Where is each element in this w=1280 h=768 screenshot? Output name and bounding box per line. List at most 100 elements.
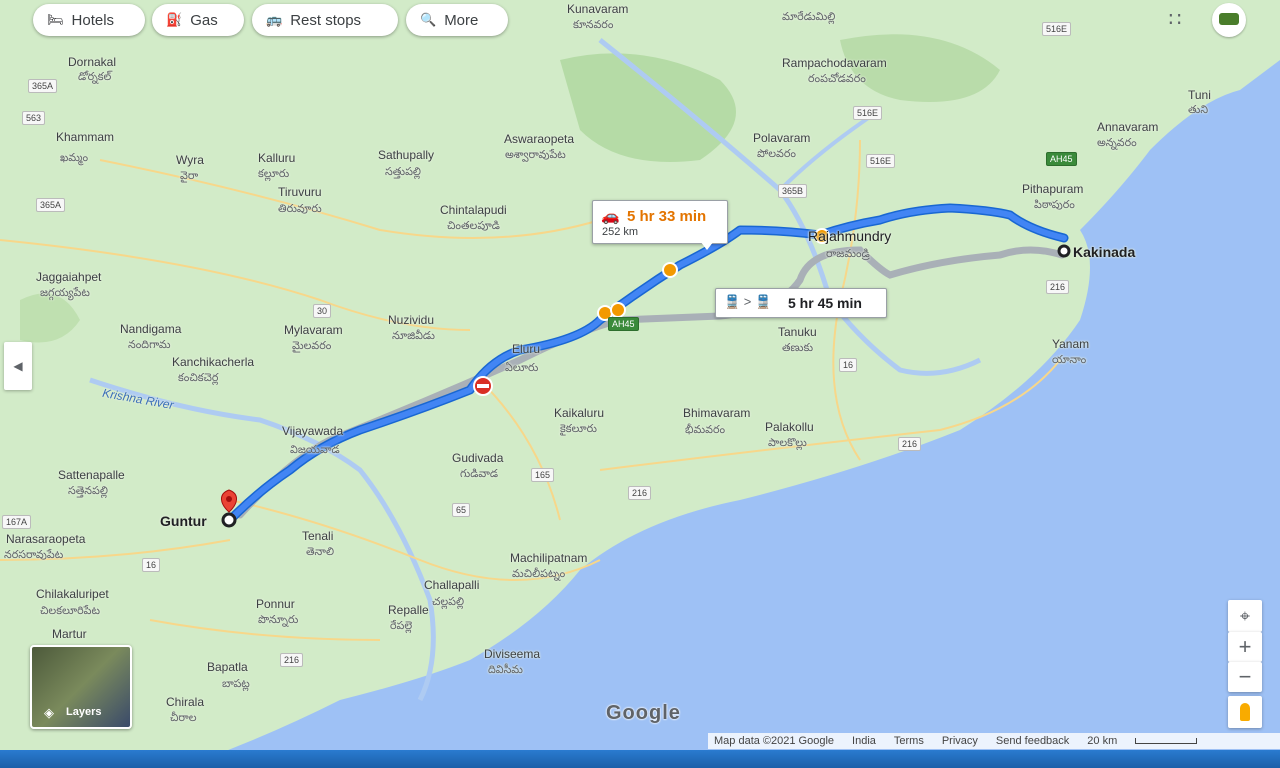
city-label-dornakal: Dornakal [68, 55, 117, 69]
city-label-nuzividu: Nuzividu [388, 313, 435, 327]
chevron-left-icon: ◀ [13, 359, 23, 373]
highway-shield: AH45 [608, 317, 639, 331]
city-label-yanam-te: యానాం [1052, 354, 1087, 366]
city-label-rampachodavaram: Rampachodavaram [782, 56, 887, 70]
city-label-sathupally-te: సత్తుపల్లి [385, 166, 421, 178]
google-logo: Google [606, 702, 681, 724]
highway-shield: 165 [531, 468, 555, 482]
city-label-nandigama-te: నందిగామ [128, 339, 171, 351]
city-label-machilipatnam-te: మచిలీపట్నం [512, 568, 566, 580]
city-label-gudivada-te: గుడివాడ [460, 468, 499, 480]
city-label-annavaram: Annavaram [1097, 120, 1159, 134]
city-label-repalle: Repalle [388, 603, 429, 617]
highway-shield: 216 [628, 486, 652, 500]
city-label-yanam: Yanam [1052, 337, 1090, 351]
city-label-kunavaram: Kunavaram [567, 2, 629, 16]
city-label-annavaram-te: అన్నవరం [1097, 137, 1137, 149]
scale-bar [1135, 738, 1198, 744]
street-view-pegman-button[interactable] [1228, 696, 1262, 728]
city-label-repalle-te: రేపల్లె [390, 620, 413, 632]
drive-duration: 5 hr 33 min [627, 208, 707, 225]
city-label-tiruvuru: Tiruvuru [278, 185, 322, 199]
highway-shield: 65 [452, 503, 471, 517]
city-label-martur: Martur [52, 627, 87, 641]
rest-stops-chip[interactable]: 🚌 Rest stops [252, 4, 398, 36]
zoom-in-button[interactable]: + [1228, 632, 1262, 662]
area-label-diviseema: Diviseema [484, 647, 541, 661]
terms-link[interactable]: Terms [894, 735, 924, 747]
hotels-chip[interactable]: 🛏 Hotels [33, 4, 145, 36]
gas-chip-label: Gas [190, 11, 218, 29]
city-label-maredumilli-te: మారేడుమిల్లి [782, 11, 836, 23]
city-label-kanchikacherla-te: కంచికచెర్ల [178, 372, 219, 384]
highway-shield: 563 [22, 111, 46, 125]
city-label-chintalapudi: Chintalapudi [440, 203, 507, 217]
highway-shield: 365A [28, 79, 58, 93]
layers-button[interactable]: ◈ Layers [30, 645, 132, 729]
highway-shield: 216 [280, 653, 304, 667]
highway-shield: 16 [142, 558, 161, 572]
privacy-link[interactable]: Privacy [942, 735, 978, 747]
city-label-gudivada: Gudivada [452, 451, 504, 465]
gas-station-icon: ⛽ [166, 12, 183, 27]
city-label-wyra-te: వైరా [180, 170, 199, 182]
layers-label: Layers [66, 706, 102, 718]
city-label-mylavaram: Mylavaram [284, 323, 343, 337]
apps-grid-icon[interactable]: ∷ [1163, 8, 1187, 32]
city-label-polavaram-te: పోలవరం [757, 148, 796, 160]
city-label-sattenapalle-te: సత్తెనపల్లి [68, 485, 108, 497]
highway-shield: 30 [313, 304, 332, 318]
city-label-wyra: Wyra [176, 153, 204, 167]
more-chip-label: More [444, 11, 479, 29]
city-label-tiruvuru-te: తిరువూరు [278, 203, 322, 215]
highway-shield: 365B [778, 184, 808, 198]
send-feedback-link[interactable]: Send feedback [996, 735, 1069, 747]
city-label-rajahmundry-te: రాజమండ్రి [826, 248, 870, 260]
drive-card-pointer [700, 241, 714, 250]
bed-icon: 🛏 [47, 12, 64, 27]
rest-stop-icon: 🚌 [266, 12, 283, 27]
collapse-panel-button[interactable]: ◀ [4, 342, 32, 390]
city-label-palakollu-te: పాలకొల్లు [768, 437, 807, 449]
pegman-icon [1240, 703, 1250, 721]
hotels-chip-label: Hotels [71, 11, 115, 29]
city-label-pithapuram: Pithapuram [1022, 182, 1084, 196]
scale-label[interactable]: 20 km [1087, 735, 1117, 747]
drive-time-card[interactable]: 🚗 5 hr 33 min 252 km [592, 200, 728, 244]
area-label-diviseema-te: దివిసీమ [488, 664, 523, 676]
city-label-vijayawada-te: విజయవాడ [290, 444, 340, 456]
city-label-kalluru: Kalluru [258, 151, 296, 165]
highway-shield: 216 [1046, 280, 1070, 294]
city-label-nuzividu-te: నూజివీడు [392, 330, 435, 342]
zoom-out-button[interactable]: − [1228, 662, 1262, 692]
city-label-sattenapalle: Sattenapalle [58, 468, 125, 482]
city-label-machilipatnam: Machilipatnam [510, 551, 588, 565]
rest-stops-chip-label: Rest stops [290, 11, 362, 29]
highway-shield: 516E [853, 106, 883, 120]
city-label-vijayawada: Vijayawada [282, 424, 344, 438]
transit-time-card[interactable]: 🚆 > 🚆 5 hr 45 min [715, 288, 887, 318]
my-location-button[interactable]: ⌖ [1228, 600, 1262, 632]
city-label-nandigama: Nandigama [120, 322, 182, 336]
city-label-tuni-te: తుని [1188, 104, 1209, 116]
highway-shield: 16 [839, 358, 858, 372]
layers-icon: ◈ [44, 705, 54, 720]
city-label-eluru: Eluru [512, 342, 541, 356]
account-avatar[interactable] [1212, 3, 1246, 37]
plus-icon: + [1238, 634, 1252, 659]
city-label-palakollu: Palakollu [765, 420, 814, 434]
map-data-attribution: Map data ©2021 Google [714, 735, 835, 747]
taskbar-strip [0, 750, 1280, 768]
city-label-kunavaram-te: కూనవరం [573, 19, 614, 31]
highway-shield: 365A [36, 198, 66, 212]
city-label-sathupally: Sathupally [378, 148, 435, 162]
highway-shield: 216 [898, 437, 922, 451]
highway-shield: 516E [1042, 22, 1072, 36]
minus-icon: − [1238, 664, 1252, 689]
more-chip[interactable]: 🔍 More [406, 4, 508, 36]
region-link[interactable]: India [852, 735, 876, 747]
city-label-bapatla: Bapatla [207, 660, 248, 674]
gas-chip[interactable]: ⛽ Gas [152, 4, 244, 36]
city-label-bhimavaram-te: భీమవరం [685, 424, 726, 436]
city-label-jaggaiahpet: Jaggaiahpet [36, 270, 102, 284]
